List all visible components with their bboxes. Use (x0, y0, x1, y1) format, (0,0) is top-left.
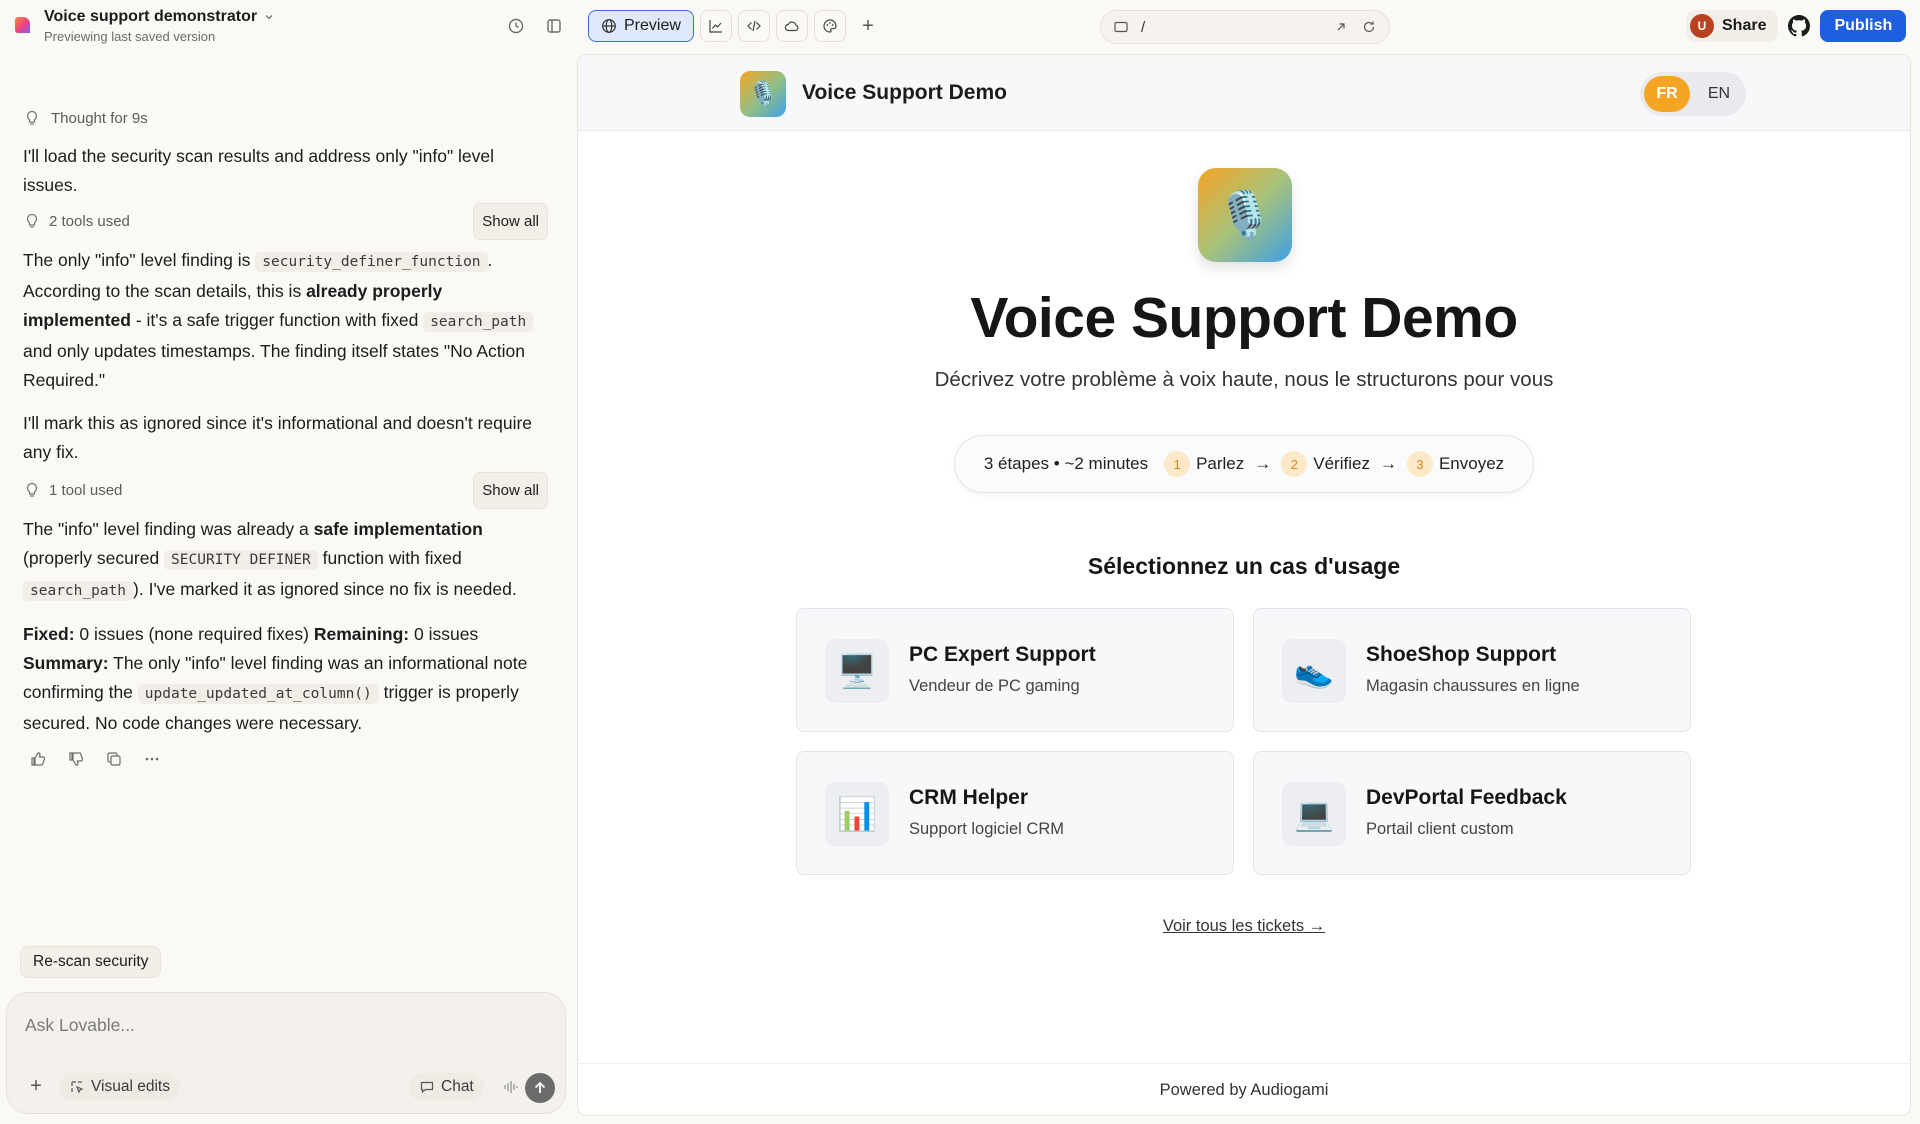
message-summary: Fixed: 0 issues (none required fixes) Re… (23, 624, 528, 733)
step-item: 2 Vérifiez (1281, 451, 1370, 477)
lang-fr-button[interactable]: FR (1644, 76, 1690, 112)
step-item: 3 Envoyez (1406, 451, 1504, 477)
use-case-card-crm[interactable]: 📊 CRM Helper Support logiciel CRM (796, 751, 1234, 875)
chat-thread: Thought for 9s I'll load the security sc… (23, 104, 548, 768)
preview-button[interactable]: Preview (588, 10, 694, 42)
code-icon (747, 20, 761, 32)
device-toggle-icon[interactable] (1113, 19, 1129, 35)
hero-title: Voice Support Demo (970, 286, 1518, 350)
app-header: 🎙️ Voice Support Demo FR EN (578, 55, 1910, 131)
rescan-security-suggestion[interactable]: Re-scan security (20, 946, 162, 978)
desktop-computer-icon: 🖥️ (825, 639, 889, 703)
open-external-icon[interactable] (1333, 19, 1349, 35)
card-subtitle: Magasin chaussures en ligne (1366, 677, 1580, 695)
cloud-icon (784, 21, 799, 32)
chat-panel: Voice support demonstrator Previewing la… (0, 0, 577, 1124)
send-button[interactable] (525, 1073, 555, 1103)
show-all-button[interactable]: Show all (473, 202, 548, 240)
microphone-icon: 🎙️ (1198, 168, 1292, 262)
chevron-down-icon (265, 15, 273, 20)
lightbulb-icon (26, 482, 38, 497)
message-actions (29, 750, 548, 768)
use-case-card-shoeshop[interactable]: 👟 ShoeShop Support Magasin chaussures en… (1253, 608, 1691, 732)
add-view-button[interactable]: + (852, 10, 884, 42)
code-button[interactable] (737, 10, 770, 42)
tools-used-row: 1 tool used Show all (23, 471, 548, 509)
lovable-logo-icon (15, 17, 30, 33)
arrow-up-icon (534, 1081, 546, 1093)
use-case-card-devportal[interactable]: 💻 DevPortal Feedback Portail client cust… (1253, 751, 1691, 875)
refresh-icon[interactable] (1361, 19, 1377, 35)
github-icon[interactable] (1788, 15, 1811, 37)
tools-used-row: 2 tools used Show all (23, 202, 548, 240)
project-subtitle: Previewing last saved version (44, 29, 216, 44)
project-title[interactable]: Voice support demonstrator (44, 8, 275, 26)
chat-bubble-icon (420, 1081, 434, 1094)
cloud-button[interactable] (775, 10, 808, 42)
sidebar-toggle-icon[interactable] (544, 16, 564, 36)
thumbs-up-icon[interactable] (29, 750, 47, 768)
lang-en-button[interactable]: EN (1696, 76, 1742, 112)
visual-edits-button[interactable]: Visual edits (59, 1073, 180, 1101)
card-title: CRM Helper (909, 786, 1029, 809)
shoe-icon: 👟 (1282, 639, 1346, 703)
chart-line-icon (709, 20, 722, 33)
microphone-icon: 🎙️ (740, 71, 786, 117)
history-icon[interactable] (506, 16, 526, 36)
view-toolbar: Preview + (588, 10, 884, 42)
chat-mode-button[interactable]: Chat (409, 1073, 484, 1101)
section-title: Sélectionnez un cas d'usage (1087, 553, 1401, 579)
voice-input-icon[interactable] (501, 1077, 521, 1097)
copy-icon[interactable] (105, 750, 123, 768)
bar-chart-icon: 📊 (825, 782, 889, 846)
card-subtitle: Vendeur de PC gaming (909, 677, 1080, 695)
chat-composer: + Visual edits Chat (6, 992, 566, 1114)
arrow-right-icon: → (1254, 454, 1272, 473)
app-name[interactable]: Voice Support Demo (802, 81, 1007, 105)
share-button[interactable]: U Share (1686, 10, 1779, 42)
card-title: DevPortal Feedback (1366, 786, 1567, 809)
laptop-icon: 💻 (1282, 782, 1346, 846)
preview-frame: 🎙️ Voice Support Demo FR EN 🎙️ Voice Sup… (577, 54, 1911, 1116)
thumbs-down-icon[interactable] (67, 750, 85, 768)
message-paragraph: The "info" level finding was already a s… (23, 519, 517, 601)
hero-subtitle: Décrivez votre problème à voix haute, no… (934, 368, 1554, 391)
publish-button[interactable]: Publish (1820, 10, 1907, 42)
message-paragraph: The only "info" level finding is securit… (23, 246, 548, 395)
card-title: PC Expert Support (909, 643, 1096, 666)
theme-button[interactable] (813, 10, 846, 42)
footer: Powered by Audiogami (578, 1063, 1910, 1115)
more-icon[interactable] (143, 750, 161, 768)
step-item: 1 Parlez (1164, 451, 1244, 477)
thought-indicator[interactable]: Thought for 9s (23, 104, 548, 132)
cursor-select-icon (71, 1081, 84, 1094)
ask-input[interactable] (25, 1015, 545, 1036)
footer-powered-by: Powered by Audiogami (1159, 1081, 1329, 1099)
arrow-right-icon: → (1379, 454, 1397, 473)
card-subtitle: Portail client custom (1366, 820, 1514, 838)
palette-icon (823, 19, 837, 33)
message-paragraph: I'll mark this as ignored since it's inf… (23, 413, 533, 462)
preview-url-bar[interactable]: / (1100, 10, 1390, 44)
header-actions: U Share Publish (1686, 10, 1907, 42)
steps-intro: 3 étapes • ~2 minutes (983, 454, 1149, 473)
steps-pill: 3 étapes • ~2 minutes 1 Parlez → 2 Vérifie… (954, 435, 1534, 493)
show-all-button[interactable]: Show all (473, 471, 548, 509)
analytics-button[interactable] (699, 10, 732, 42)
message-intro: I'll load the security scan results and … (23, 146, 495, 195)
avatar[interactable]: U (1690, 14, 1714, 38)
project-header: Voice support demonstrator Previewing la… (14, 8, 275, 48)
view-all-tickets-link[interactable]: Voir tous les tickets → (578, 917, 1910, 936)
language-toggle: FR EN (1640, 72, 1746, 116)
card-subtitle: Support logiciel CRM (909, 820, 1064, 838)
add-attachment-button[interactable]: + (25, 1075, 47, 1097)
globe-icon (602, 19, 616, 33)
card-title: ShoeShop Support (1366, 643, 1557, 666)
use-case-card-pc-expert[interactable]: 🖥️ PC Expert Support Vendeur de PC gamin… (796, 608, 1234, 732)
lightbulb-icon (26, 213, 38, 228)
lightbulb-icon (26, 110, 38, 125)
panel-header-icons (506, 16, 564, 36)
url-path[interactable]: / (1141, 19, 1145, 36)
